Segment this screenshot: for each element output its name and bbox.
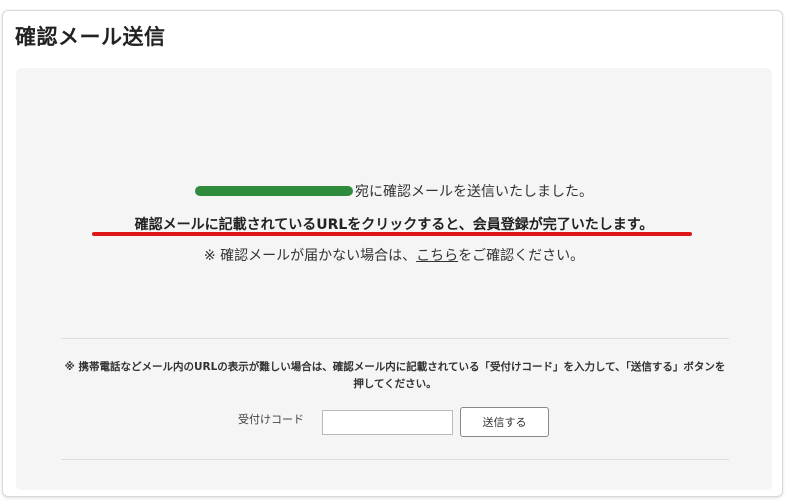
submit-button[interactable]: 送信する	[460, 407, 549, 437]
not-received-prefix: ※ 確認メールが届かない場合は、	[203, 248, 417, 264]
page-title: 確認メール送信	[15, 25, 166, 49]
content-panel: 宛に確認メールを送信いたしました。 確認メールに記載されているURLをクリックす…	[16, 68, 772, 490]
not-received-suffix: をご確認ください。	[458, 248, 585, 264]
confirmation-card: 確認メール送信 宛に確認メールを送信いたしました。 確認メールに記載されているU…	[2, 10, 783, 497]
code-note: ※ 携帯電話などメール内のURLの表示が難しい場合は、確認メール内に記載されてい…	[64, 361, 726, 390]
sent-message-text: 宛に確認メールを送信いたしました。	[355, 184, 593, 200]
instruction-message: 確認メールに記載されているURLをクリックすると、会員登録が完了いたします。	[134, 217, 654, 233]
divider-bottom	[61, 459, 729, 460]
code-label: 受付けコード	[238, 413, 304, 426]
highlight-underline	[92, 232, 692, 236]
code-input[interactable]	[322, 410, 453, 435]
not-received-message: ※ 確認メールが届かない場合は、こちらをご確認ください。	[16, 245, 772, 265]
help-link[interactable]: こちら	[416, 248, 458, 264]
divider-top	[61, 338, 729, 339]
redacted-email	[195, 186, 353, 196]
sent-message: 宛に確認メールを送信いたしました。	[16, 181, 772, 201]
